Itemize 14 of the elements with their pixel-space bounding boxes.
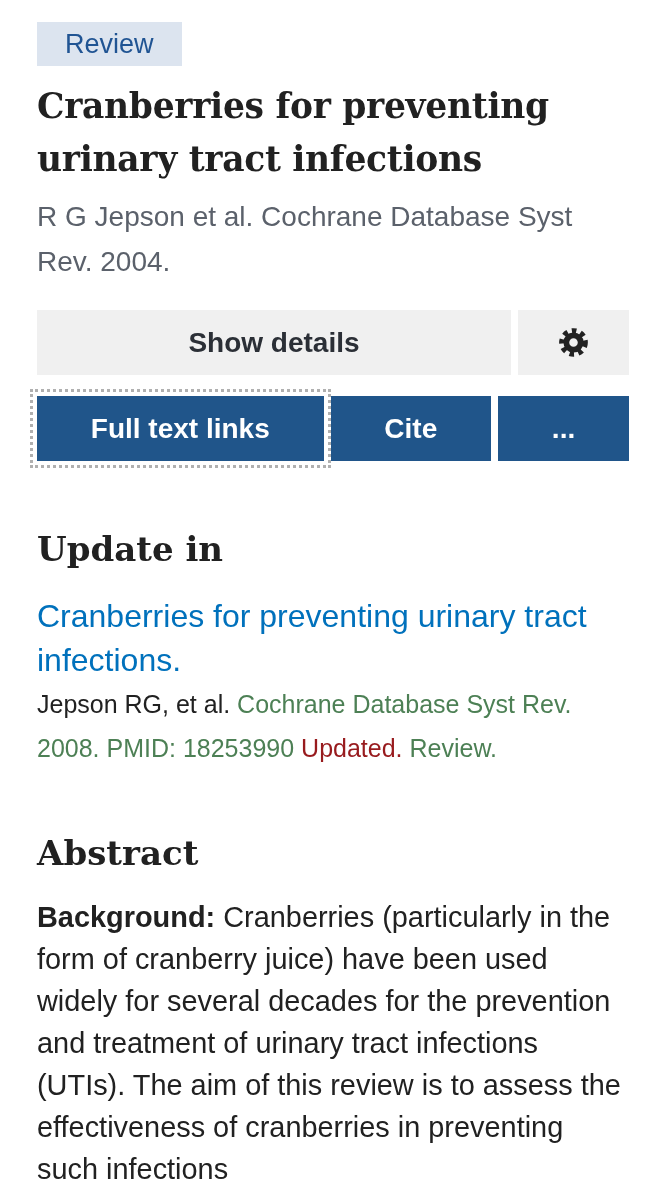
section-heading: Update in	[37, 528, 225, 571]
article-link[interactable]: Cranberries for preventing urinary tract infections.	[37, 594, 629, 682]
action-button[interactable]: Cite	[330, 396, 492, 461]
action-button[interactable]: ...	[498, 396, 629, 461]
settings-button[interactable]	[518, 310, 629, 375]
action-button[interactable]: Full text links	[30, 389, 331, 468]
section-heading: Abstract	[37, 832, 200, 875]
article-citation: Jepson RG, et al. Cochrane Database Syst Rev. 2008. PMID: 18253990 Updated. Review.	[37, 689, 573, 764]
show-details-button[interactable]: Show details	[37, 310, 511, 375]
publication-type-badge: Review	[37, 22, 182, 66]
abstract-paragraph: Background: Cranberries (particularly in the form of cranberry juice) have been used widely for several decades for the prevention and treatment of urinary tract infections (UTIs). The aim of this review is to assess the effectiveness of cranberries in preventing such infections	[37, 900, 622, 1187]
article-title: Cranberries for preventing urinary tract infections	[37, 85, 550, 181]
article-citation: R G Jepson et al. Cochrane Database Syst Rev. 2004.	[37, 200, 574, 279]
settings-icon	[559, 328, 588, 357]
